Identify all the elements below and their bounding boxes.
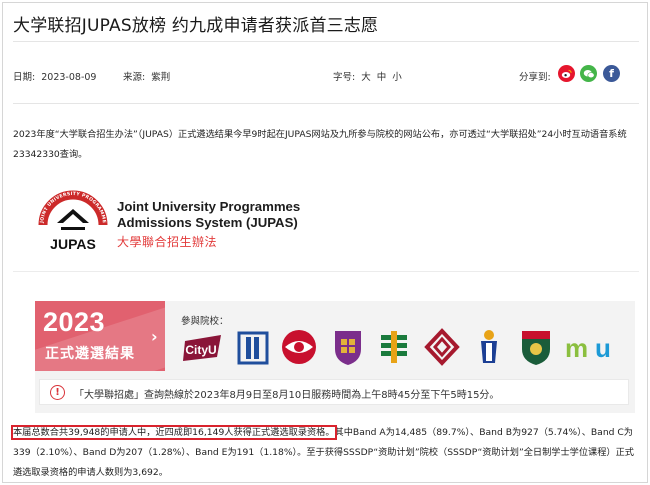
banner-subtitle: 正式遴選結果 xyxy=(45,346,135,362)
cityu-logo-text: CityU xyxy=(185,343,216,357)
cityu-logo-icon[interactable]: CityU xyxy=(181,327,229,367)
divider xyxy=(13,41,639,42)
banner-year: 2023 xyxy=(43,307,106,337)
date-value: 2023-08-09 xyxy=(41,72,97,83)
size-label: 字号: xyxy=(333,72,356,83)
font-size-controls: 字号: 大中小 xyxy=(333,69,402,83)
wechat-share-icon[interactable] xyxy=(580,65,597,82)
svg-text:JOINT UNIVERSITY PROGRAMMES AD: JOINT UNIVERSITY PROGRAMMES ADMISSIONS S… xyxy=(35,183,107,224)
svg-text:u: u xyxy=(595,333,611,363)
svg-text:m: m xyxy=(565,333,588,363)
article-date: 日期: 2023-08-09 xyxy=(13,69,96,83)
jupas-logo: JOINT UNIVERSITY PROGRAMMES ADMISSIONS S… xyxy=(32,179,125,257)
hotline-notice: ! 「大學聯招處」查詢熱線於2023年8月9日至8月10日服務時間為上午8時45… xyxy=(39,379,629,405)
article-paragraph-2: 本届总数合共39,948的申请人中，近四成即16,149人获得正式遴选取录资格。… xyxy=(11,423,639,482)
divider xyxy=(13,103,639,104)
font-size-medium[interactable]: 中 xyxy=(377,72,387,83)
facebook-share-icon[interactable]: f xyxy=(603,65,620,82)
date-label: 日期: xyxy=(13,72,36,83)
weibo-share-icon[interactable] xyxy=(558,65,575,82)
banner-year-block[interactable]: 2023 正式遴選結果 › xyxy=(35,301,165,371)
chevron-right-icon: › xyxy=(151,327,158,346)
font-size-large[interactable]: 大 xyxy=(361,72,371,83)
source-value: 紫荆 xyxy=(151,72,171,83)
jupas-logo-text: Joint University Programmes Admissions S… xyxy=(117,199,300,231)
article-source: 来源: 紫荆 xyxy=(123,69,170,83)
logo-line-1: Joint University Programmes xyxy=(117,199,301,214)
highlighted-statistic: 本届总数合共39,948的申请人中，近四成即16,149人获得正式遴选取录资格。 xyxy=(11,425,337,440)
article-frame: 大学联招JUPAS放榜 约九成申请者获派首三志愿 日期: 2023-08-09 … xyxy=(2,2,648,483)
warning-icon: ! xyxy=(50,385,65,400)
article-headline: 大学联招JUPAS放榜 约九成申请者获派首三志愿 xyxy=(13,16,379,36)
hkbu-logo-icon[interactable] xyxy=(279,327,319,367)
article-paragraph-1: 2023年度“大学联合招生办法”（JUPAS）正式遴选结果今早9时起在JUPAS… xyxy=(13,129,627,160)
font-size-small[interactable]: 小 xyxy=(392,72,402,83)
logo-mark-text: JUPAS xyxy=(50,236,96,252)
cuhk-logo-icon[interactable] xyxy=(331,327,365,367)
hotline-notice-text: 「大學聯招處」查詢熱線於2023年8月9日至8月10日服務時間為上午8時45分至… xyxy=(74,390,500,401)
results-banner[interactable]: 2023 正式遴選結果 › 參與院校： CityU m u ! 「大學聯招處」查… xyxy=(35,301,635,413)
logo-line-2: Admissions System (JUPAS) xyxy=(117,215,298,230)
logo-ring-text: JOINT UNIVERSITY PROGRAMMES ADMISSIONS S… xyxy=(32,179,107,224)
share-label: 分享到: xyxy=(519,72,551,83)
polyu-logo-icon[interactable] xyxy=(423,327,461,367)
lingnan-logo-icon[interactable] xyxy=(475,327,503,367)
institutions-label: 參與院校： xyxy=(181,316,229,327)
source-label: 来源: xyxy=(123,72,146,83)
jupas-logo-chinese: 大學聯合招生辦法 xyxy=(117,235,218,249)
hkmu-logo-icon[interactable]: mu xyxy=(563,327,613,367)
hkust-logo-icon[interactable] xyxy=(377,327,411,367)
eduhk-logo-icon[interactable] xyxy=(235,327,271,367)
hku-logo-icon[interactable] xyxy=(519,327,553,367)
divider xyxy=(13,271,639,272)
